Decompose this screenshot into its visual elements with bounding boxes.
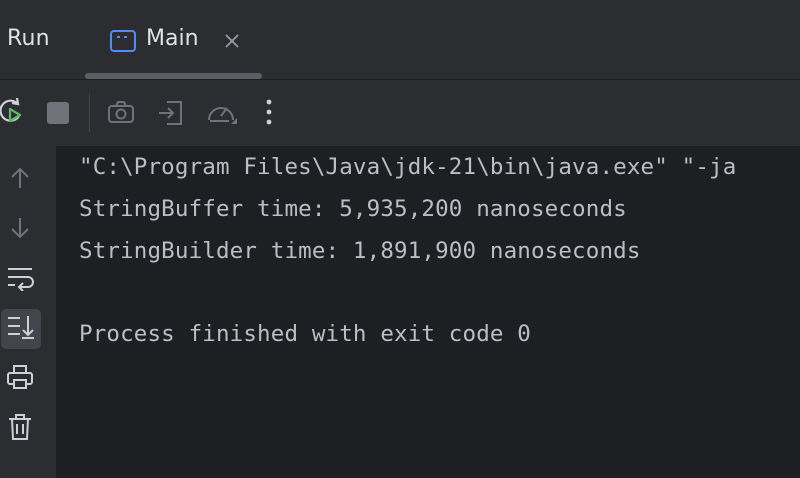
rerun-icon [0, 94, 28, 130]
clear-all-button[interactable] [0, 409, 40, 449]
console-line: StringBuffer time: 5,935,200 nanoseconds [79, 196, 627, 222]
toolbar-separator [89, 94, 90, 132]
stop-button[interactable] [40, 94, 76, 130]
tab-selected-indicator [85, 73, 262, 79]
soft-wrap-icon [6, 265, 34, 295]
printer-icon [6, 364, 34, 394]
tab-label: Main [146, 26, 199, 51]
console-line-exit-status: Process finished with exit code 0 [79, 321, 531, 347]
soft-wrap-button[interactable] [0, 260, 40, 300]
console-line-command: "C:\Program Files\Java\jdk-21\bin\java.e… [79, 154, 737, 180]
previous-occurrence-button[interactable] [0, 160, 40, 200]
camera-icon [103, 94, 139, 130]
console-output[interactable]: "C:\Program Files\Java\jdk-21\bin\java.e… [56, 146, 800, 478]
tab-main[interactable]: Main [90, 0, 260, 79]
run-tool-window-header: Run Main [0, 0, 800, 80]
exit-icon [153, 94, 189, 130]
more-actions-button[interactable] [251, 94, 287, 130]
dump-threads-button[interactable] [103, 94, 139, 130]
console-side-toolbar [0, 146, 56, 478]
stop-icon [40, 94, 76, 130]
gauge-icon [203, 94, 239, 130]
tool-window-title: Run [7, 26, 50, 51]
console-line: StringBuilder time: 1,891,900 nanosecond… [79, 238, 641, 264]
rerun-button[interactable] [0, 94, 28, 130]
next-occurrence-button[interactable] [0, 210, 40, 250]
scroll-to-end-button[interactable] [1, 309, 41, 349]
console-window-icon [110, 30, 136, 56]
arrow-down-icon [8, 216, 32, 244]
run-toolbar [0, 80, 800, 146]
print-button[interactable] [0, 359, 40, 399]
scroll-to-end-icon [6, 314, 36, 344]
trash-icon [7, 413, 33, 445]
kebab-menu-icon [251, 94, 287, 130]
arrow-up-icon [8, 166, 32, 194]
close-icon[interactable] [224, 33, 240, 53]
profiler-button[interactable] [203, 94, 239, 130]
exit-button[interactable] [153, 94, 189, 130]
